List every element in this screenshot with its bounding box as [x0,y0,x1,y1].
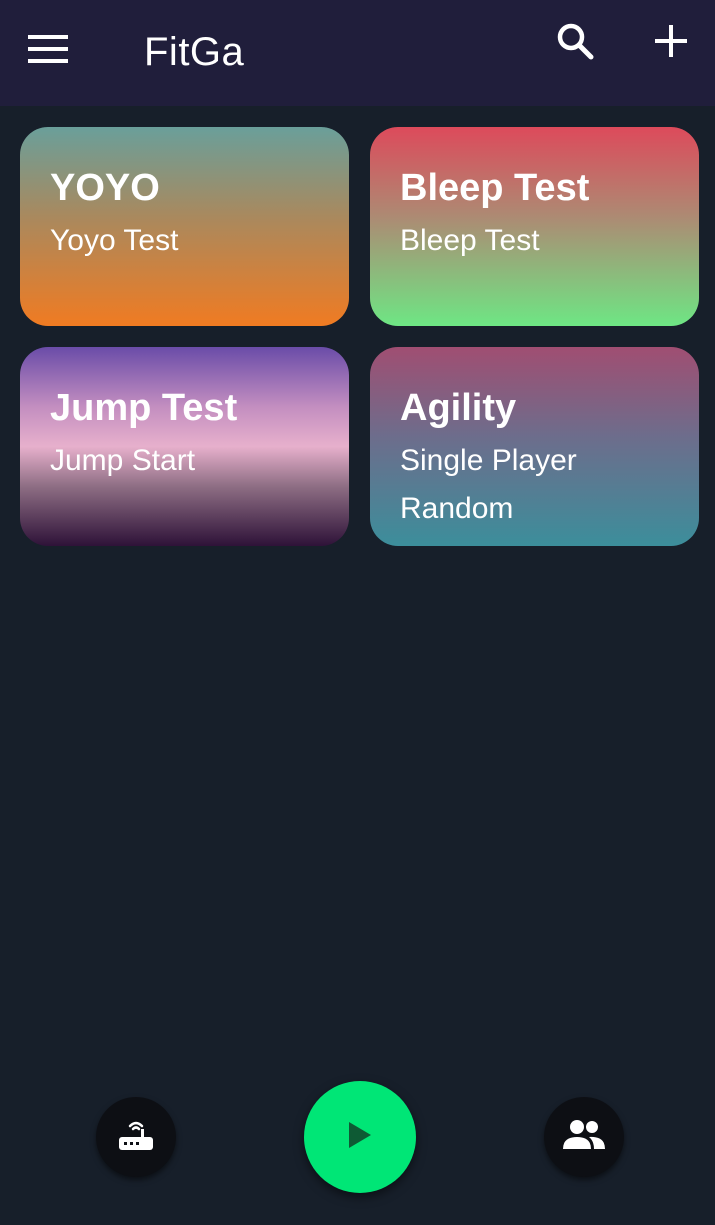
app-title: FitGa [144,30,245,74]
card-yoyo[interactable]: YOYO Yoyo Test [20,127,349,326]
card-subtitle: Yoyo Test [50,224,179,257]
add-button[interactable] [646,18,696,68]
search-button[interactable] [550,18,600,68]
menu-button[interactable] [20,26,76,76]
card-subtitle: Jump Start [50,444,196,477]
people-icon [561,1119,607,1156]
play-icon [347,1120,373,1155]
router-button[interactable] [96,1097,176,1177]
card-title: Jump Test [50,387,238,429]
app-bar: FitGa [0,0,715,106]
card-subtitle: Single Player [400,444,577,477]
play-button[interactable] [304,1081,416,1193]
router-icon [116,1117,156,1158]
card-title: YOYO [50,167,160,209]
card-subtitle-2: Random [400,492,514,525]
card-bleep-test[interactable]: Bleep Test Bleep Test [370,127,699,326]
card-jump-test[interactable]: Jump Test Jump Start [20,347,349,546]
card-title: Bleep Test [400,167,590,209]
card-subtitle: Bleep Test [400,224,540,257]
search-icon [555,21,595,66]
card-agility[interactable]: Agility Single Player Random [370,347,699,546]
plus-icon [654,24,688,63]
card-title: Agility [400,387,517,429]
menu-icon [28,34,68,68]
people-button[interactable] [544,1097,624,1177]
